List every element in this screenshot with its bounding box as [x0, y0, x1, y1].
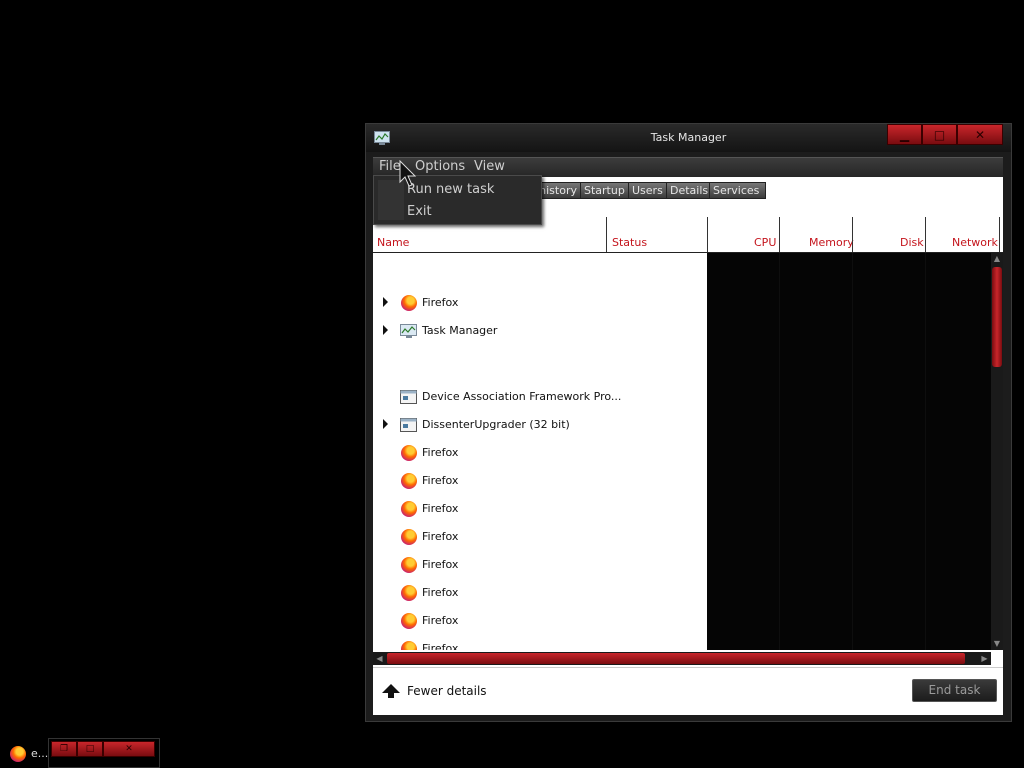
footer-divider	[373, 667, 1003, 668]
tab-services[interactable]: Services	[709, 182, 766, 199]
scroll-up-icon[interactable]: ▲	[991, 253, 1003, 265]
column-memory[interactable]: Memory	[809, 236, 854, 249]
tab-details[interactable]: Details	[666, 182, 710, 199]
menu-file[interactable]: File	[379, 159, 401, 174]
client-area: history Startup Users Details Services N…	[373, 177, 1003, 715]
process-row-dissenter-upgrader[interactable]: DissenterUpgrader (32 bit)	[373, 411, 707, 439]
process-row-firefox[interactable]: Firefox	[373, 523, 707, 551]
close-button[interactable]: ✕	[957, 124, 1003, 145]
firefox-icon	[401, 445, 417, 461]
column-divider[interactable]	[999, 217, 1000, 252]
column-name[interactable]: Name	[377, 236, 409, 249]
taskbar: e... ❐ □ ✕	[0, 738, 160, 768]
horizontal-scrollbar[interactable]: ◀ ▶	[373, 652, 991, 665]
firefox-icon	[401, 641, 417, 650]
firefox-icon	[401, 529, 417, 545]
close-icon: ✕	[125, 744, 133, 754]
process-row-firefox[interactable]: Firefox	[373, 289, 707, 317]
process-name: Firefox	[422, 586, 459, 599]
firefox-icon	[401, 295, 417, 311]
process-name: DissenterUpgrader (32 bit)	[422, 418, 570, 431]
firefox-icon	[401, 473, 417, 489]
process-row-firefox[interactable]: Firefox	[373, 551, 707, 579]
column-divider[interactable]	[925, 217, 926, 252]
firefox-icon[interactable]	[10, 746, 26, 762]
arrow-up-icon-stem	[388, 692, 394, 698]
menu-view[interactable]: View	[474, 159, 505, 174]
process-row-firefox[interactable]: Firefox	[373, 579, 707, 607]
expand-arrow-icon[interactable]	[383, 325, 388, 335]
menu-bar: File Options View	[373, 157, 1003, 177]
maximize-icon: □	[85, 744, 95, 754]
column-gridline	[852, 253, 853, 650]
vertical-scroll-thumb[interactable]	[992, 267, 1002, 367]
tab-startup[interactable]: Startup	[580, 182, 630, 199]
resource-columns	[707, 253, 991, 650]
column-divider[interactable]	[779, 217, 780, 252]
process-name: Firefox	[422, 474, 459, 487]
process-row-device-association[interactable]: Device Association Framework Pro...	[373, 383, 707, 411]
firefox-icon	[401, 501, 417, 517]
process-name: Firefox	[422, 296, 459, 309]
process-row-firefox[interactable]: Firefox	[373, 467, 707, 495]
expand-arrow-icon[interactable]	[383, 297, 388, 307]
column-network[interactable]: Network	[952, 236, 998, 249]
mouse-cursor-icon	[399, 160, 417, 187]
horizontal-scroll-thumb[interactable]	[387, 653, 965, 664]
firefox-icon	[401, 585, 417, 601]
process-row-firefox[interactable]: Firefox	[373, 607, 707, 635]
service-window-icon	[400, 418, 417, 432]
vertical-scrollbar[interactable]: ▲ ▼	[991, 253, 1003, 650]
maximize-icon: □	[933, 127, 946, 142]
column-divider[interactable]	[707, 217, 708, 252]
taskbar-item-label[interactable]: e...	[31, 747, 48, 760]
column-cpu[interactable]: CPU	[754, 236, 776, 249]
restore-icon: ❐	[59, 744, 69, 754]
process-name: Firefox	[422, 558, 459, 571]
column-gridline	[779, 253, 780, 650]
title-bar[interactable]: Task Manager ▁ □ ✕	[366, 124, 1011, 152]
process-name: Firefox	[422, 446, 459, 459]
firefox-icon	[401, 613, 417, 629]
scroll-right-icon[interactable]: ▶	[978, 652, 991, 665]
taskbar-caption-buttons: ❐ □ ✕	[51, 741, 155, 757]
process-name: Firefox	[422, 530, 459, 543]
maximize-button[interactable]: □	[922, 124, 957, 145]
scroll-down-icon[interactable]: ▼	[991, 638, 1003, 650]
process-row-firefox[interactable]: Firefox	[373, 495, 707, 523]
column-status[interactable]: Status	[612, 236, 647, 249]
column-gridline	[925, 253, 926, 650]
process-name: Task Manager	[422, 324, 498, 337]
service-window-icon	[400, 390, 417, 404]
task-manager-icon	[400, 324, 417, 338]
process-row-task-manager[interactable]: Task Manager	[373, 317, 707, 345]
close-icon: ✕	[974, 127, 986, 142]
column-divider[interactable]	[606, 217, 607, 252]
menu-item-exit[interactable]: Exit	[407, 204, 432, 219]
process-name: Firefox	[422, 502, 459, 515]
caption-buttons: ▁ □ ✕	[887, 124, 1003, 145]
close-button[interactable]: ✕	[103, 741, 155, 757]
maximize-button[interactable]: □	[77, 741, 103, 757]
process-name: Firefox	[422, 614, 459, 627]
end-task-button[interactable]: End task	[912, 679, 997, 702]
tab-users[interactable]: Users	[628, 182, 667, 199]
column-disk[interactable]: Disk	[900, 236, 924, 249]
restore-button[interactable]: ❐	[51, 741, 77, 757]
minimize-button[interactable]: ▁	[887, 124, 922, 145]
scroll-left-icon[interactable]: ◀	[373, 652, 386, 665]
process-name: Firefox	[422, 642, 459, 650]
process-name: Device Association Framework Pro...	[422, 390, 622, 403]
process-row-firefox[interactable]: Firefox	[373, 439, 707, 467]
minimize-icon: ▁	[899, 127, 910, 142]
expand-arrow-icon[interactable]	[383, 419, 388, 429]
menu-options[interactable]: Options	[415, 159, 465, 174]
column-divider[interactable]	[852, 217, 853, 252]
process-row-firefox[interactable]: Firefox	[373, 635, 707, 650]
fewer-details-label[interactable]: Fewer details	[407, 684, 487, 698]
firefox-icon	[401, 557, 417, 573]
